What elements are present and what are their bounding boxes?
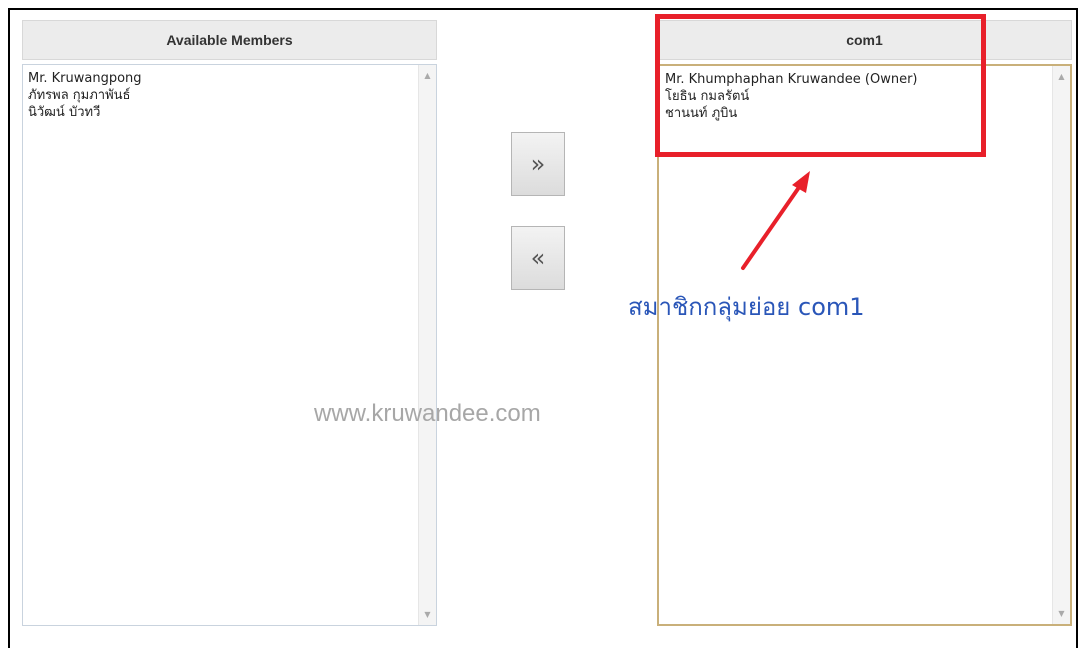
available-members-title: Available Members [166, 32, 293, 48]
group-members-list[interactable]: Mr. Khumphaphan Kruwandee (Owner) โยธิน … [657, 64, 1072, 626]
list-item[interactable]: โยธิน กมลรัตน์ [665, 88, 1070, 105]
watermark: www.kruwandee.com [314, 400, 541, 427]
list-item[interactable]: Mr. Khumphaphan Kruwandee (Owner) [665, 71, 1070, 88]
group-title: com1 [846, 32, 883, 48]
annotation-label: สมาชิกกลุ่มย่อย com1 [628, 293, 865, 321]
double-chevron-left-icon: « [530, 244, 546, 272]
list-item[interactable]: ชานนท์ ภูบิน [665, 105, 1070, 122]
add-member-button[interactable]: » [511, 132, 565, 196]
available-members-list[interactable]: Mr. Kruwangpong ภัทรพล กุมภาพันธ์ นิวัฒน… [22, 64, 437, 626]
available-list-scrollbar[interactable]: ▲ ▼ [418, 65, 436, 625]
group-list-scrollbar[interactable]: ▲ ▼ [1052, 66, 1070, 624]
double-chevron-right-icon: » [530, 150, 546, 178]
scroll-down-icon[interactable]: ▼ [1053, 605, 1070, 622]
list-item[interactable]: Mr. Kruwangpong [28, 70, 436, 87]
remove-member-button[interactable]: « [511, 226, 565, 290]
list-item[interactable]: ภัทรพล กุมภาพันธ์ [28, 87, 436, 104]
scroll-up-icon[interactable]: ▲ [1053, 68, 1070, 85]
scroll-up-icon[interactable]: ▲ [419, 67, 436, 84]
scroll-down-icon[interactable]: ▼ [419, 606, 436, 623]
available-members-header: Available Members [22, 20, 437, 60]
group-header: com1 [657, 20, 1072, 60]
list-item[interactable]: นิวัฒน์ บัวทวี [28, 104, 436, 121]
